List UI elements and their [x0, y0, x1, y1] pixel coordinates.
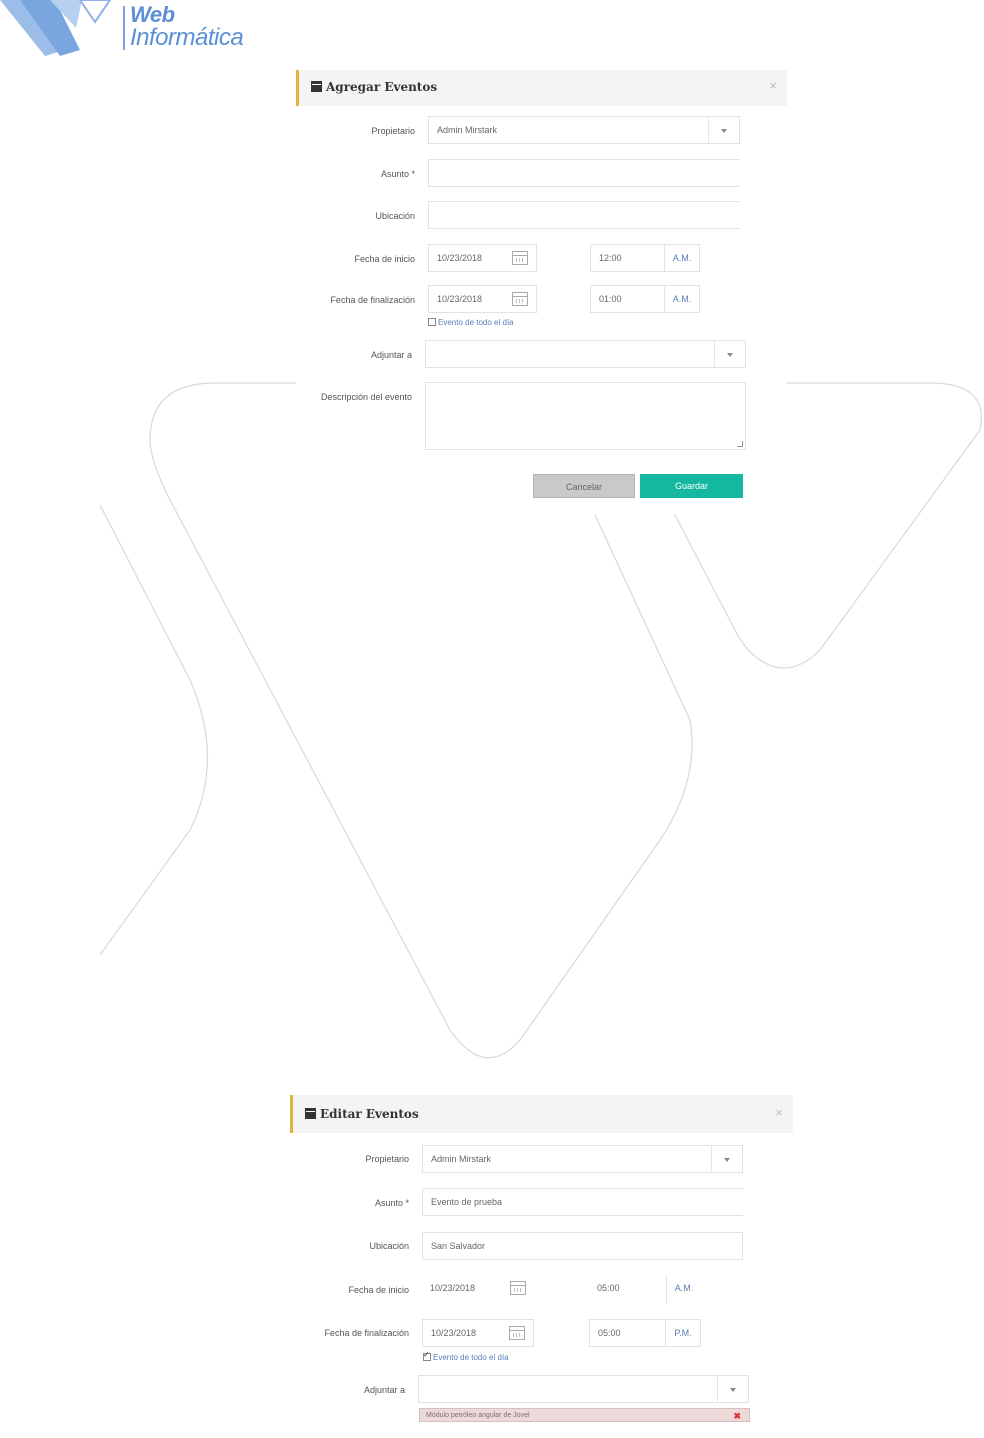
attach-select[interactable]	[418, 1375, 749, 1403]
owner-label: Propietario	[365, 1154, 409, 1164]
end-time-input[interactable]: 05:00 P.M.	[589, 1319, 701, 1347]
owner-label: Propietario	[371, 126, 415, 136]
start-time-input[interactable]: 12:00 A.M.	[590, 244, 700, 272]
logo-mark-icon	[0, 0, 112, 56]
end-ampm-toggle[interactable]: A.M.	[664, 286, 699, 312]
cancel-button[interactable]: Cancelar	[533, 474, 635, 498]
calendar-icon[interactable]	[510, 1281, 526, 1295]
close-icon[interactable]: ×	[775, 1105, 783, 1120]
edit-event-modal: Editar Eventos × Propietario Admin Mirst…	[290, 1095, 793, 1435]
modal-header: Agregar Eventos ×	[296, 70, 787, 106]
start-date-value: 10/23/2018	[430, 1283, 476, 1293]
attach-label: Adjuntar a	[370, 350, 412, 360]
location-input[interactable]	[428, 201, 740, 229]
end-date-label: Fecha de finalización	[324, 1328, 409, 1338]
web-informatica-logo: Web Informática	[0, 0, 270, 60]
checkbox-checked-icon[interactable]	[423, 1350, 431, 1361]
subject-input[interactable]: Evento de prueba	[422, 1188, 743, 1216]
chevron-down-icon[interactable]	[711, 1146, 742, 1172]
start-date-input[interactable]: 10/23/2018	[422, 1275, 534, 1303]
end-date-value: 10/23/2018	[437, 294, 483, 304]
resize-handle-icon[interactable]	[737, 441, 743, 447]
modal-title: Agregar Eventos	[311, 80, 437, 94]
all-day-checkbox[interactable]: Evento de todo el día	[428, 318, 514, 327]
description-textarea[interactable]	[425, 382, 746, 450]
attach-select[interactable]	[425, 340, 746, 368]
end-ampm-toggle[interactable]: P.M.	[665, 1320, 700, 1346]
save-button[interactable]: Guardar	[640, 474, 743, 498]
start-time-value: 12:00	[599, 253, 622, 263]
chevron-down-icon[interactable]	[708, 117, 739, 143]
add-event-modal: Agregar Eventos × Propietario Admin Mirs…	[296, 70, 787, 510]
start-time-input[interactable]: 05:00 A.M.	[589, 1275, 701, 1303]
calendar-icon	[311, 81, 322, 92]
location-input[interactable]: San Salvador	[422, 1232, 743, 1260]
location-label: Ubicación	[375, 211, 415, 221]
modal-header: Editar Eventos ×	[290, 1095, 793, 1133]
end-date-label: Fecha de finalización	[330, 295, 415, 305]
start-date-input[interactable]: 10/23/2018	[428, 244, 537, 272]
owner-value: Admin Mirstark	[437, 125, 498, 135]
start-date-label: Fecha de inicio	[354, 254, 415, 264]
all-day-checkbox[interactable]: Evento de todo el día	[423, 1350, 509, 1362]
calendar-icon[interactable]	[512, 251, 528, 265]
checkbox-icon[interactable]	[428, 318, 436, 326]
calendar-icon[interactable]	[512, 292, 528, 306]
attach-label: Adjuntar a	[363, 1385, 405, 1395]
end-date-input[interactable]: 10/23/2018	[422, 1319, 534, 1347]
start-ampm-toggle[interactable]: A.M.	[666, 1275, 701, 1303]
remove-tag-icon[interactable]: ✖	[733, 1409, 741, 1423]
owner-select[interactable]: Admin Mirstark	[428, 116, 740, 144]
calendar-icon	[305, 1108, 316, 1119]
logo-divider	[123, 6, 125, 50]
modal-title: Editar Eventos	[305, 1107, 419, 1121]
start-date-value: 10/23/2018	[437, 253, 483, 263]
subject-label: Asunto *	[380, 169, 415, 179]
attached-record-tag: Módulo petróleo angular de Jovel ✖	[419, 1408, 750, 1422]
start-ampm-toggle[interactable]: A.M.	[664, 245, 699, 271]
chevron-down-icon[interactable]	[714, 341, 745, 367]
end-time-value: 01:00	[599, 294, 622, 304]
close-icon[interactable]: ×	[769, 78, 777, 93]
start-date-label: Fecha de inicio	[348, 1285, 409, 1295]
end-time-value: 05:00	[598, 1328, 621, 1338]
attached-record-label: Módulo petróleo angular de Jovel	[426, 1412, 530, 1419]
end-date-input[interactable]: 10/23/2018	[428, 285, 537, 313]
owner-value: Admin Mirstark	[431, 1154, 492, 1164]
calendar-icon[interactable]	[509, 1326, 525, 1340]
subject-input[interactable]	[428, 159, 740, 187]
location-label: Ubicación	[369, 1241, 409, 1251]
owner-select[interactable]: Admin Mirstark	[422, 1145, 743, 1173]
description-label: Descripción del evento	[320, 392, 412, 402]
logo-text-informatica: Informática	[130, 24, 244, 51]
end-date-value: 10/23/2018	[431, 1328, 477, 1338]
chevron-down-icon[interactable]	[717, 1376, 748, 1402]
subject-label: Asunto *	[374, 1198, 409, 1208]
end-time-input[interactable]: 01:00 A.M.	[590, 285, 700, 313]
start-time-value: 05:00	[597, 1283, 620, 1293]
